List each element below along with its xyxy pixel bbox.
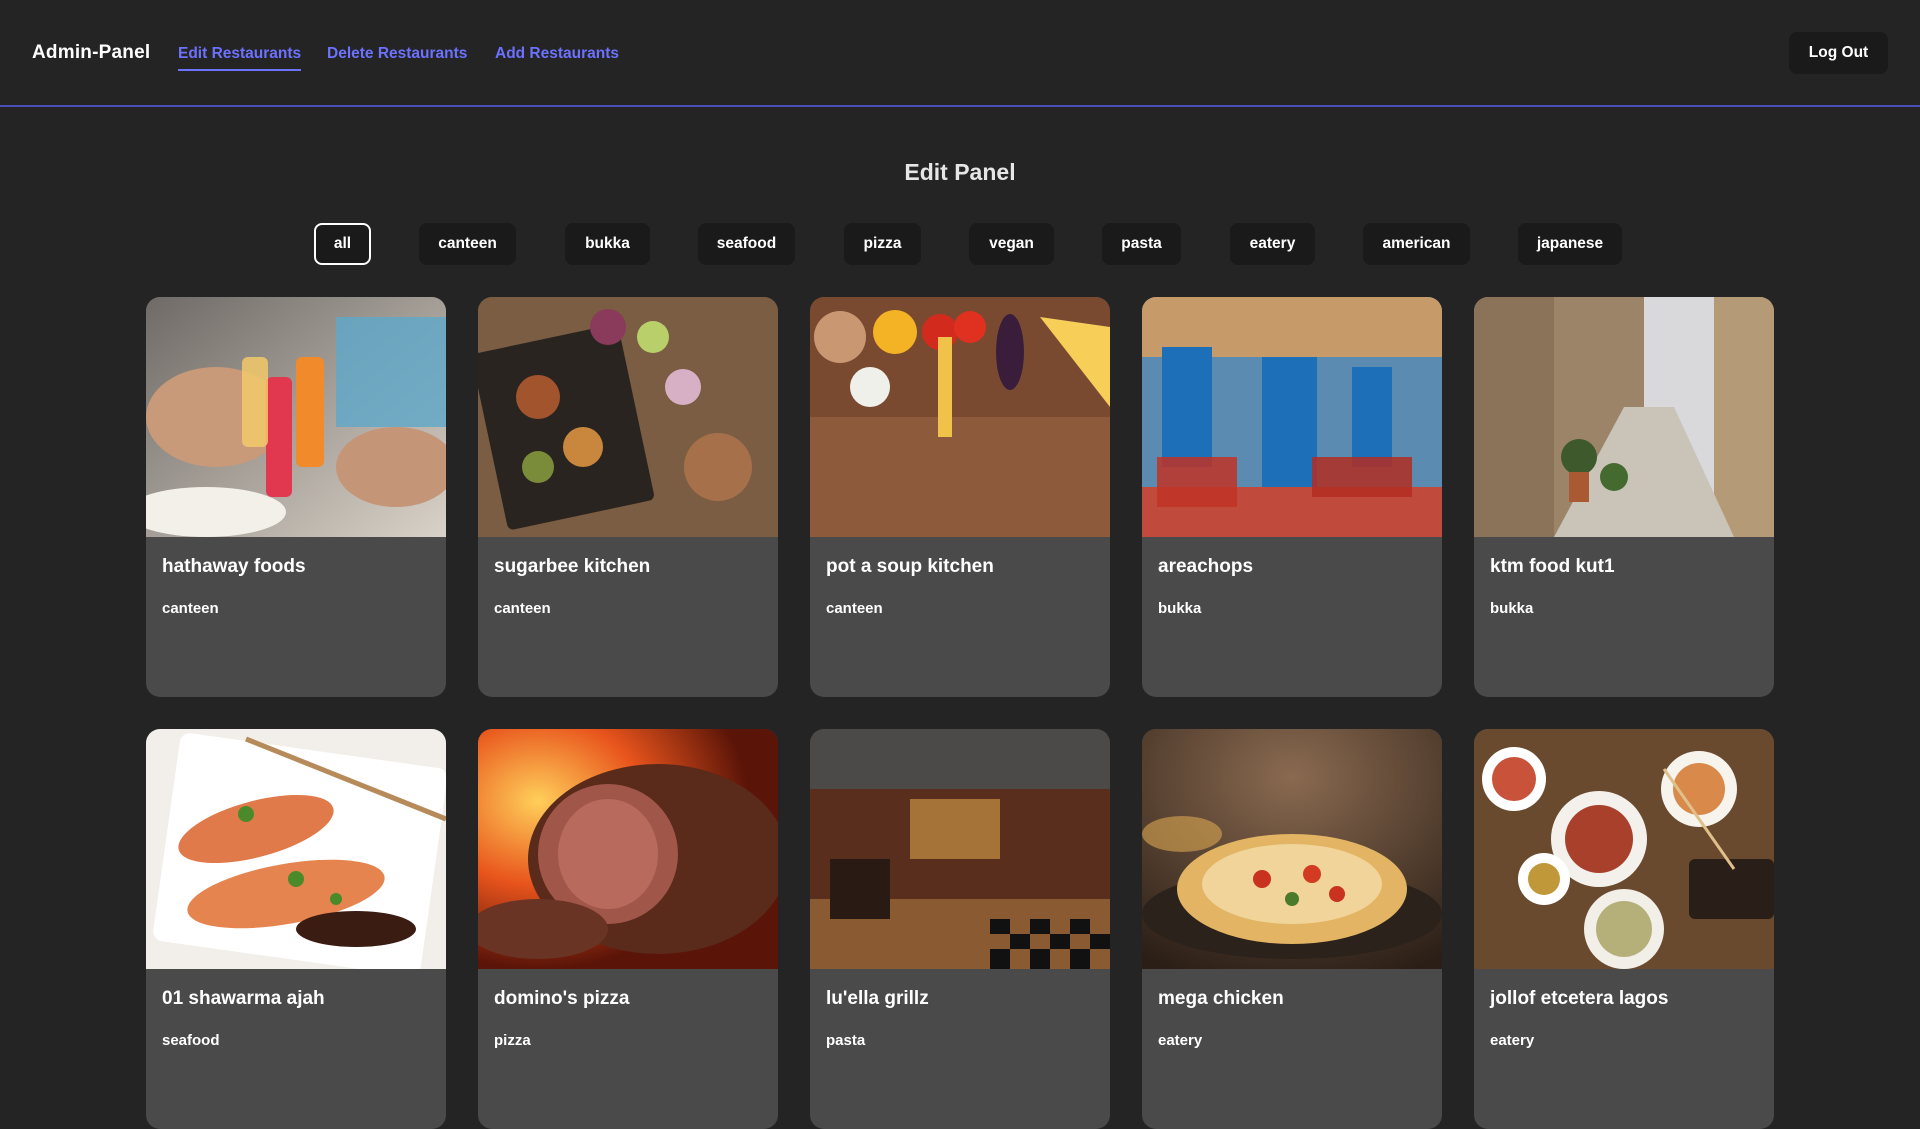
table-with-dishes-and-chopsticks-photo	[1474, 729, 1774, 969]
nav-add-restaurants[interactable]: Add Restaurants	[495, 45, 619, 63]
restaurant-category: bukka	[1158, 600, 1202, 617]
filter-canteen[interactable]: canteen	[419, 223, 516, 265]
restaurant-name: domino's pizza	[494, 988, 630, 1009]
restaurant-name: hathaway foods	[162, 556, 306, 577]
restaurant-card[interactable]: lu'ella grillz pasta	[810, 729, 1110, 1129]
restaurant-card[interactable]: jollof etcetera lagos eatery	[1474, 729, 1774, 1129]
top-navbar: Admin-Panel Edit Restaurants Delete Rest…	[0, 0, 1920, 107]
page-title: Edit Panel	[904, 159, 1016, 185]
logout-button[interactable]: Log Out	[1789, 32, 1888, 74]
restaurant-name: jollof etcetera lagos	[1490, 988, 1669, 1009]
restaurant-name: 01 shawarma ajah	[162, 988, 325, 1009]
restaurant-card[interactable]: hathaway foods canteen	[146, 297, 446, 697]
brand-title: Admin-Panel	[32, 42, 151, 63]
restaurant-name: ktm food kut1	[1490, 556, 1615, 577]
filter-pasta[interactable]: pasta	[1102, 223, 1181, 265]
restaurant-name: lu'ella grillz	[826, 988, 929, 1009]
restaurant-card[interactable]: mega chicken eatery	[1142, 729, 1442, 1129]
roast-beef-by-fire-photo	[478, 729, 778, 969]
restaurant-category: pasta	[826, 1032, 866, 1049]
salmon-with-herbs-photo	[146, 729, 446, 969]
filter-seafood[interactable]: seafood	[698, 223, 795, 265]
friends-toasting-cocktails-photo	[146, 297, 446, 537]
restaurant-category: canteen	[494, 600, 551, 617]
filter-japanese[interactable]: japanese	[1518, 223, 1622, 265]
filter-vegan[interactable]: vegan	[969, 223, 1054, 265]
restaurant-name: mega chicken	[1158, 988, 1284, 1009]
street-cafe-blue-doors-photo	[1142, 297, 1442, 537]
restaurant-category: bukka	[1490, 600, 1534, 617]
restaurant-card[interactable]: domino's pizza pizza	[478, 729, 778, 1129]
restaurant-card[interactable]: ktm food kut1 bukka	[1474, 297, 1774, 697]
restaurant-category: eatery	[1158, 1032, 1203, 1049]
restaurant-name: areachops	[1158, 556, 1254, 577]
restaurant-category: seafood	[162, 1032, 220, 1049]
filter-bukka[interactable]: bukka	[565, 223, 650, 265]
restaurant-card[interactable]: areachops bukka	[1142, 297, 1442, 697]
filter-american[interactable]: american	[1363, 223, 1470, 265]
restaurant-category: pizza	[494, 1032, 531, 1049]
restaurant-name: sugarbee kitchen	[494, 556, 651, 577]
nav-edit-restaurants[interactable]: Edit Restaurants	[178, 45, 302, 71]
filter-pizza[interactable]: pizza	[844, 223, 921, 265]
restaurant-category: canteen	[826, 600, 883, 617]
vegetables-and-pasta-on-wood-photo	[810, 297, 1110, 537]
restaurant-card[interactable]: pot a soup kitchen canteen	[810, 297, 1110, 697]
restaurant-interior-checkered-floor-photo	[810, 729, 1110, 969]
restaurant-card[interactable]: 01 shawarma ajah seafood	[146, 729, 446, 1129]
rustic-pizza-on-board-photo	[1142, 729, 1442, 969]
restaurant-card[interactable]: sugarbee kitchen canteen	[478, 297, 778, 697]
restaurant-name: pot a soup kitchen	[826, 556, 994, 577]
restaurant-category: canteen	[162, 600, 219, 617]
filter-all[interactable]: all	[314, 223, 371, 265]
filter-eatery[interactable]: eatery	[1230, 223, 1315, 265]
old-stone-alley-photo	[1474, 297, 1774, 537]
grilled-food-on-wooden-table-photo	[478, 297, 778, 537]
nav-delete-restaurants[interactable]: Delete Restaurants	[327, 45, 467, 63]
restaurant-category: eatery	[1490, 1032, 1535, 1049]
